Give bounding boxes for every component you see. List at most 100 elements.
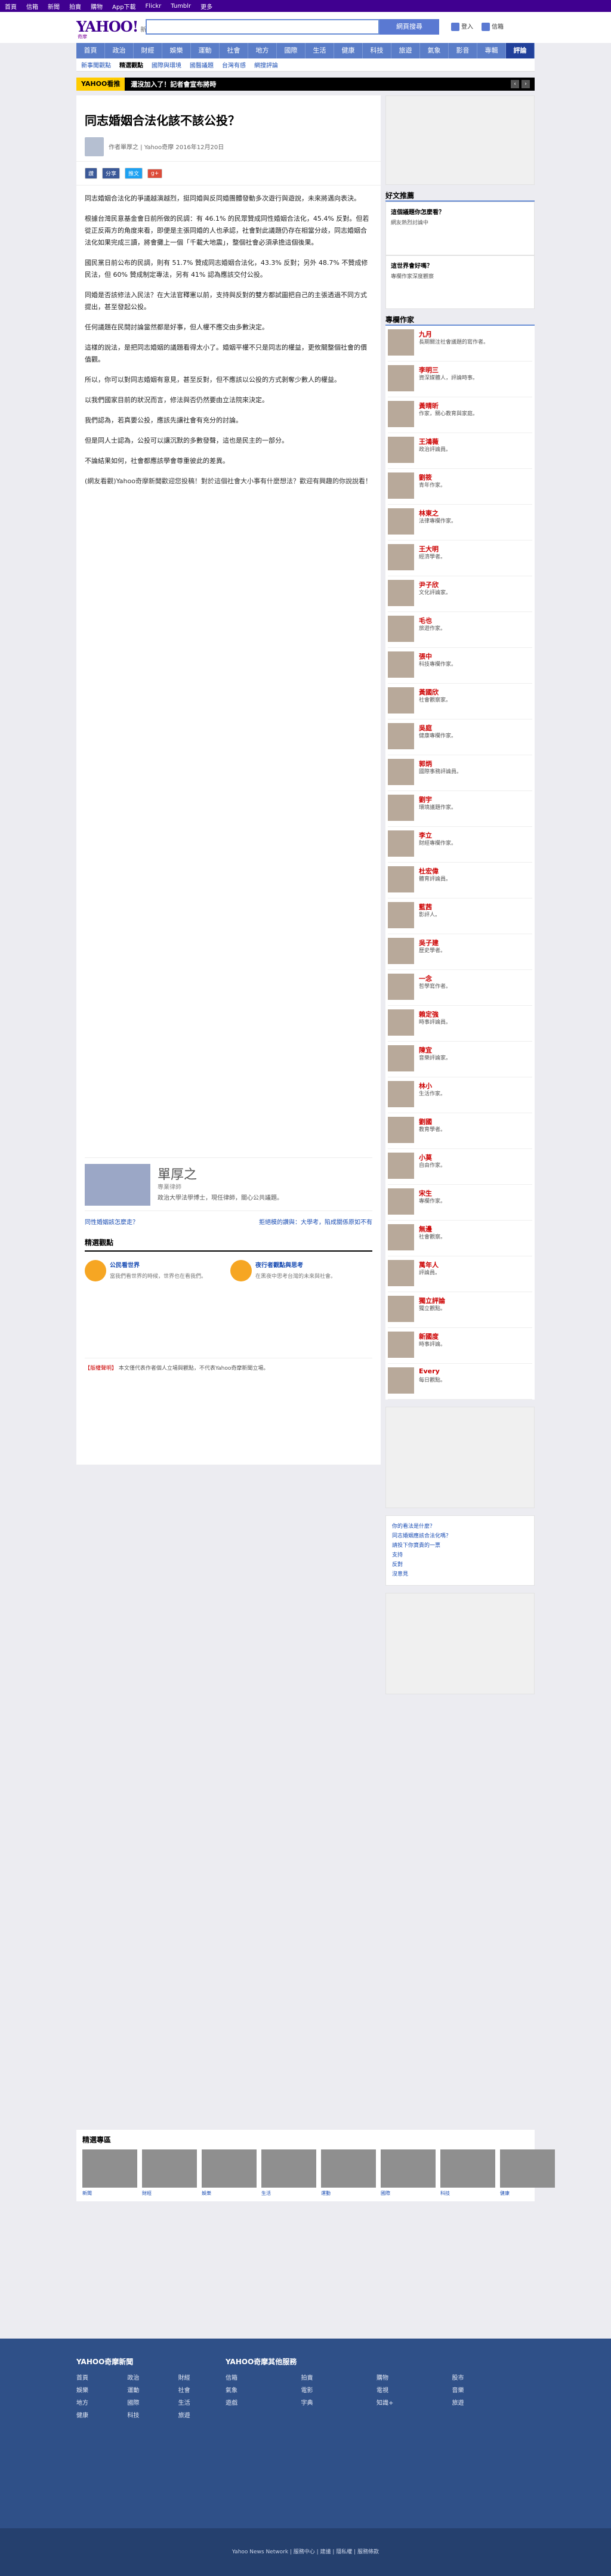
columnist-item[interactable]: 吳庭 健康專欄作家。 bbox=[388, 719, 532, 755]
ad-banner[interactable] bbox=[385, 1407, 535, 1508]
nav-item[interactable]: 娛樂 bbox=[162, 43, 191, 58]
columnist-name[interactable]: 新國度 bbox=[419, 1332, 439, 1341]
recent-caption[interactable]: 生活 bbox=[261, 2190, 316, 2197]
columnist-item[interactable]: 劉國 教育學者。 bbox=[388, 1113, 532, 1149]
columnist-name[interactable]: 王鴻薇 bbox=[419, 437, 439, 446]
footer-link[interactable]: 旅遊 bbox=[452, 2398, 524, 2407]
footer-link[interactable]: 知識+ bbox=[377, 2398, 449, 2407]
columnist-item[interactable]: 王大明 經濟學者。 bbox=[388, 540, 532, 576]
author-avatar[interactable] bbox=[85, 137, 104, 156]
columnist-item[interactable]: 毛也 旅遊作家。 bbox=[388, 612, 532, 648]
columnist-item[interactable]: 王鴻薇 政治評論員。 bbox=[388, 433, 532, 469]
nav-item[interactable]: 影音 bbox=[449, 43, 477, 58]
recent-caption[interactable]: 國際 bbox=[381, 2190, 436, 2197]
nav-item[interactable]: 社會 bbox=[220, 43, 248, 58]
footer-link[interactable]: 生活 bbox=[178, 2398, 226, 2407]
recent-item[interactable]: 財經 bbox=[142, 2149, 197, 2197]
columnist-name[interactable]: 李明三 bbox=[419, 365, 439, 375]
mail-link[interactable]: 信箱 bbox=[482, 21, 504, 31]
columnist-name[interactable]: 李立 bbox=[419, 830, 432, 840]
recent-caption[interactable]: 健康 bbox=[500, 2190, 555, 2197]
hot-item[interactable]: 這個議題你怎麼看？ 網友熱烈討論中 bbox=[385, 202, 535, 255]
prev-article-link[interactable]: 同性婚姻該怎麼走？ bbox=[85, 1217, 138, 1231]
columnist-item[interactable]: 獨立評論 獨立觀點。 bbox=[388, 1292, 532, 1328]
recent-caption[interactable]: 新聞 bbox=[82, 2190, 137, 2197]
columnist-name[interactable]: 張中 bbox=[419, 651, 432, 661]
footer-link[interactable]: 購物 bbox=[377, 2373, 449, 2382]
recent-caption[interactable]: 科技 bbox=[440, 2190, 495, 2197]
poll-line[interactable]: 同志婚姻應該合法化嗎？ bbox=[392, 1531, 528, 1541]
hot-title[interactable]: 這個議題你怎麼看？ bbox=[391, 207, 529, 216]
columnist-name[interactable]: 藍茜 bbox=[419, 902, 432, 912]
column-title[interactable]: 夜行者觀點與思考 bbox=[255, 1260, 363, 1269]
subnav-item[interactable]: 國際與環境 bbox=[152, 60, 181, 69]
hot-item[interactable]: 這世界會好嗎？ 專欄作家深度觀察 bbox=[385, 255, 535, 309]
topbar-item[interactable]: Flickr bbox=[146, 3, 162, 10]
footer-link[interactable]: 首頁 bbox=[76, 2373, 124, 2382]
ad-banner[interactable] bbox=[385, 95, 535, 185]
columnist-name[interactable]: 宋生 bbox=[419, 1188, 432, 1198]
columnist-name[interactable]: 陳宜 bbox=[419, 1045, 432, 1055]
poll-line[interactable]: 反對 bbox=[392, 1560, 528, 1570]
footer-link[interactable]: 遊戲 bbox=[226, 2398, 298, 2407]
author-photo[interactable] bbox=[85, 1164, 150, 1206]
footer-link[interactable]: 社會 bbox=[178, 2385, 226, 2394]
footer-link[interactable]: 信箱 bbox=[226, 2373, 298, 2382]
columnist-item[interactable]: 陳宜 音樂評論家。 bbox=[388, 1042, 532, 1077]
nav-item[interactable]: 旅遊 bbox=[391, 43, 420, 58]
footer-link[interactable]: 健康 bbox=[76, 2410, 124, 2419]
columnist-name[interactable]: 劉宇 bbox=[419, 795, 432, 804]
tweet-button[interactable]: 推文 bbox=[125, 168, 143, 179]
recent-item[interactable]: 健康 bbox=[500, 2149, 555, 2197]
columnist-name[interactable]: 杜宏偉 bbox=[419, 866, 439, 876]
ad-banner[interactable] bbox=[385, 1593, 535, 1694]
recent-thumbnail[interactable] bbox=[440, 2149, 495, 2188]
next-icon[interactable]: › bbox=[521, 80, 530, 88]
nav-item[interactable]: 財經 bbox=[134, 43, 162, 58]
poll-line[interactable]: 支持 bbox=[392, 1550, 528, 1560]
columnist-item[interactable]: 新國度 時事評論。 bbox=[388, 1328, 532, 1364]
footer-link[interactable]: 財經 bbox=[178, 2373, 226, 2382]
next-article-link[interactable]: 拒絕模的讚與：大學考，陷成關係原如不有 bbox=[259, 1217, 372, 1231]
search-input[interactable] bbox=[146, 19, 379, 35]
columnist-name[interactable]: 王大明 bbox=[419, 544, 439, 554]
facebook-share-button[interactable]: 分享 bbox=[102, 168, 121, 179]
nav-item[interactable]: 健康 bbox=[334, 43, 363, 58]
topbar-item[interactable]: 更多 bbox=[200, 2, 212, 11]
poll-line[interactable]: 你的看法是什麼？ bbox=[392, 1522, 528, 1531]
columnist-item[interactable]: 小莫 自由作家。 bbox=[388, 1149, 532, 1185]
columnist-item[interactable]: 李明三 資深媒體人，評論時事。 bbox=[388, 362, 532, 397]
nav-item-active[interactable]: 評論 bbox=[506, 43, 535, 58]
subnav-item[interactable]: 國醫議題 bbox=[190, 60, 214, 69]
recent-item[interactable]: 娛樂 bbox=[202, 2149, 257, 2197]
recent-thumbnail[interactable] bbox=[82, 2149, 137, 2188]
recent-thumbnail[interactable] bbox=[321, 2149, 376, 2188]
recent-thumbnail[interactable] bbox=[500, 2149, 555, 2188]
footer-link[interactable]: 拍賣 bbox=[301, 2373, 374, 2382]
recent-item[interactable]: 新聞 bbox=[82, 2149, 137, 2197]
columnist-item[interactable]: 林東之 法律專欄作家。 bbox=[388, 505, 532, 540]
columnist-name[interactable]: 吳庭 bbox=[419, 723, 432, 733]
yahoo-logo[interactable]: YAHOO!新聞奇摩 bbox=[76, 18, 152, 39]
column-title[interactable]: 公民看世界 bbox=[110, 1260, 217, 1269]
footer-link[interactable]: 娛樂 bbox=[76, 2385, 124, 2394]
recent-item[interactable]: 科技 bbox=[440, 2149, 495, 2197]
columnist-name[interactable]: 無邊 bbox=[419, 1224, 432, 1234]
columnist-name[interactable]: 九月 bbox=[419, 329, 432, 339]
columnist-item[interactable]: 黃晴昕 作家，關心教育與家庭。 bbox=[388, 397, 532, 433]
columnist-item[interactable]: 郭炳 國際事務評論員。 bbox=[388, 755, 532, 791]
columnist-item[interactable]: 劉筱 青年作家。 bbox=[388, 469, 532, 505]
columnist-name[interactable]: 尹子欣 bbox=[419, 580, 439, 589]
footer-link[interactable]: 字典 bbox=[301, 2398, 374, 2407]
columnist-name[interactable]: 萬年人 bbox=[419, 1260, 439, 1270]
recent-caption[interactable]: 娛樂 bbox=[202, 2190, 257, 2197]
columnist-name[interactable]: 一念 bbox=[419, 974, 432, 983]
recent-item[interactable]: 國際 bbox=[381, 2149, 436, 2197]
columnist-name[interactable]: 吳子建 bbox=[419, 938, 439, 947]
footer-link[interactable]: 地方 bbox=[76, 2398, 124, 2407]
recent-caption[interactable]: 財經 bbox=[142, 2190, 197, 2197]
google-plus-button[interactable]: g+ bbox=[147, 168, 163, 178]
hot-title[interactable]: 這世界會好嗎？ bbox=[391, 261, 529, 270]
recent-thumbnail[interactable] bbox=[381, 2149, 436, 2188]
recent-item[interactable]: 運動 bbox=[321, 2149, 376, 2197]
